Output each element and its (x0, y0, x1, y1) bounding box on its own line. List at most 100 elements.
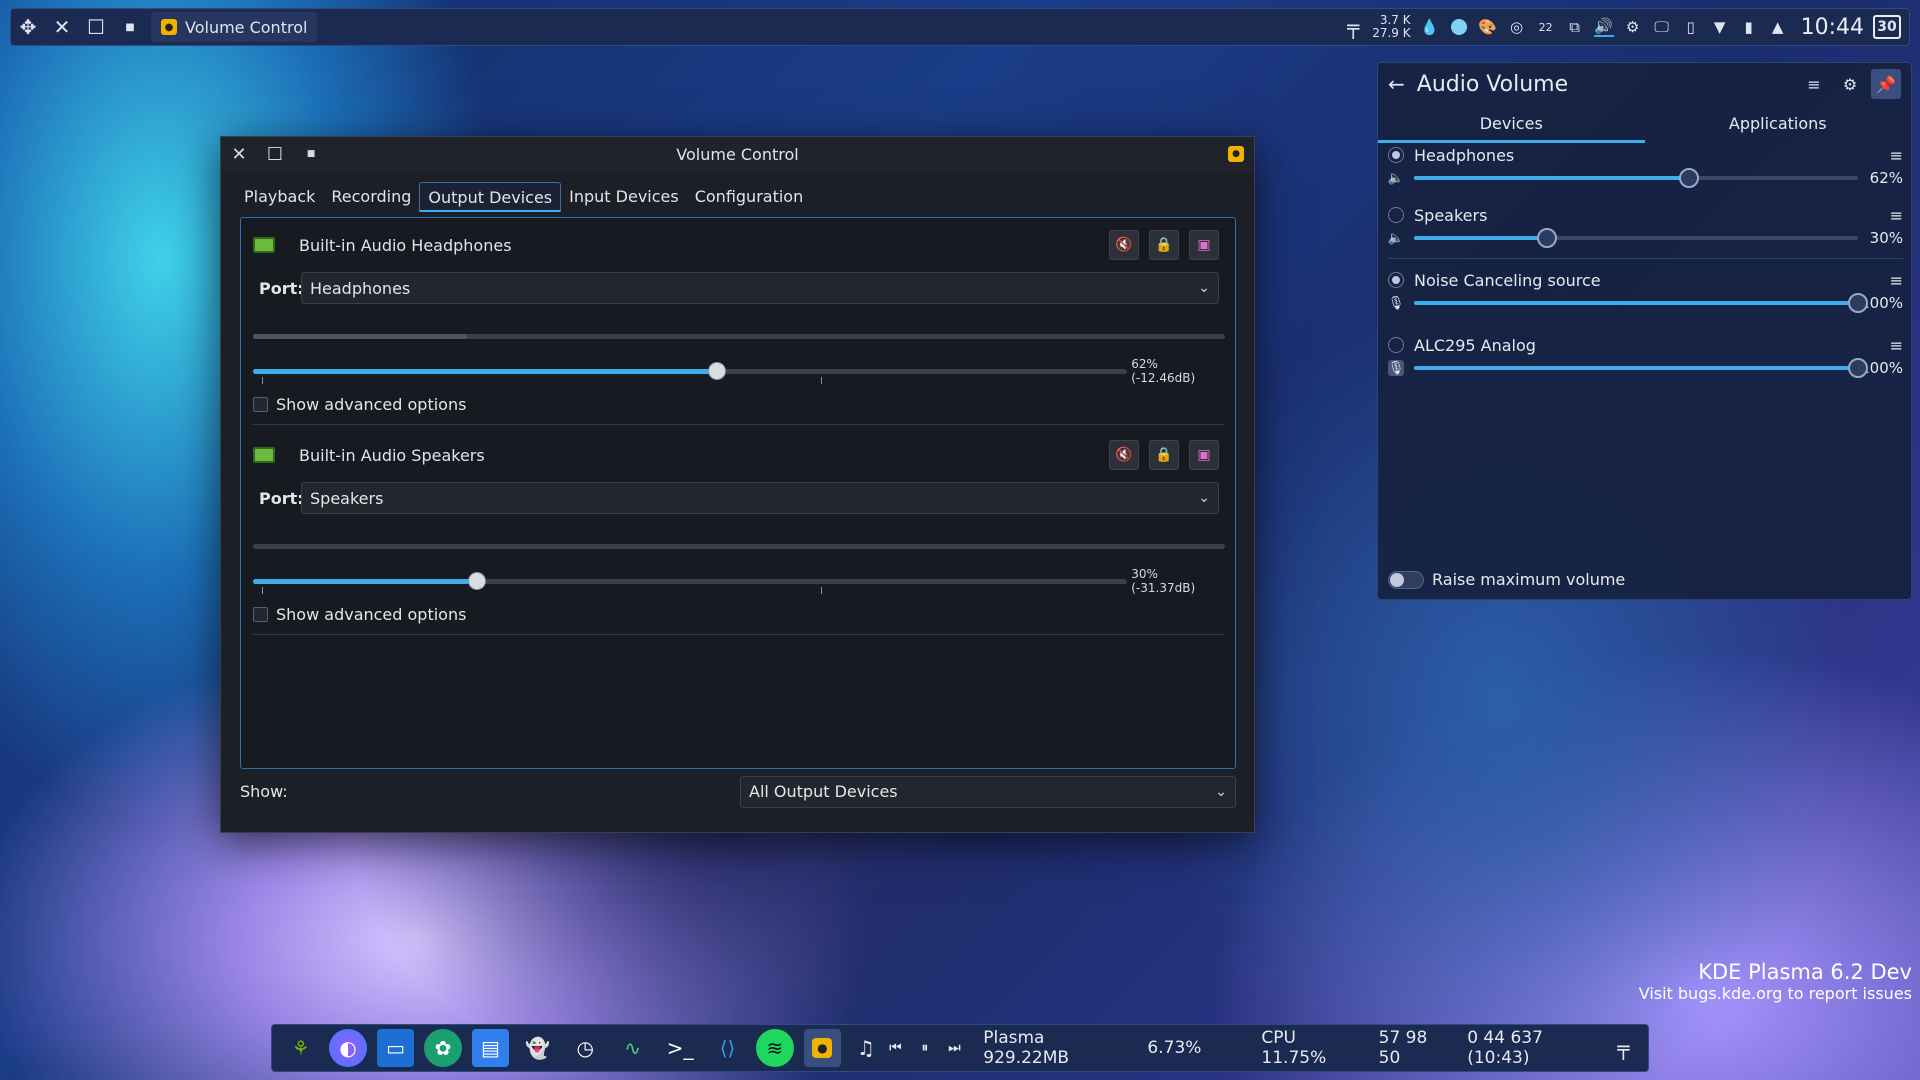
volume-slider[interactable] (1414, 358, 1868, 378)
ghost-app-icon[interactable]: 👻 (519, 1029, 556, 1067)
menu-icon[interactable]: ≡ (1890, 206, 1903, 225)
battery-icon[interactable]: ▮ (1739, 17, 1759, 37)
audio-volume-popup: ← Audio Volume ≡ ⚙ 📌 Devices Application… (1377, 62, 1912, 600)
clock[interactable]: 10:44 (1801, 15, 1864, 40)
chevron-down-icon: ⌄ (1198, 490, 1210, 506)
divider (253, 424, 1225, 425)
webcam-icon[interactable]: ◎ (1507, 17, 1527, 37)
tab-playback[interactable]: Playback (236, 182, 323, 212)
browser-icon[interactable]: ✿ (424, 1029, 462, 1067)
port-select[interactable]: Speakers ⌄ (301, 482, 1219, 514)
tab-devices[interactable]: Devices (1378, 109, 1645, 143)
lock-channels-button[interactable]: 🔒 (1149, 230, 1179, 260)
set-fallback-button[interactable]: ▣ (1189, 440, 1219, 470)
mute-button[interactable]: 🔇 (1109, 230, 1139, 260)
tab-input-devices[interactable]: Input Devices (561, 182, 687, 212)
gear-icon[interactable]: ⚙ (1835, 69, 1865, 99)
tab-applications[interactable]: Applications (1645, 109, 1912, 143)
music-note-icon[interactable]: ♫ (851, 1033, 881, 1063)
settings-icon[interactable]: ⚙ (1623, 17, 1643, 37)
clipboard-icon[interactable]: ⧉ (1565, 17, 1585, 37)
default-device-radio[interactable] (1388, 207, 1404, 223)
advanced-options-label[interactable]: Show advanced options (276, 605, 466, 624)
tab-output-devices[interactable]: Output Devices (419, 182, 562, 212)
volume-slider[interactable] (1414, 293, 1868, 313)
volume-slider[interactable] (1414, 228, 1858, 248)
default-device-radio[interactable] (1388, 147, 1404, 163)
advanced-options-checkbox[interactable] (253, 607, 268, 622)
notification-count[interactable]: 22 (1536, 17, 1556, 37)
pause-icon[interactable]: ⏸ (910, 1033, 940, 1063)
volume-handle[interactable] (1848, 293, 1868, 313)
menu-icon[interactable]: ≡ (1890, 146, 1903, 165)
palette-icon[interactable]: 🎨 (1478, 17, 1498, 37)
window-titlebar[interactable]: Volume Control ✕ ☐ ■ ● (221, 137, 1254, 171)
droplet-icon[interactable]: 💧 (1420, 17, 1440, 37)
show-select[interactable]: All Output Devices ⌄ (740, 775, 1236, 808)
chevron-up-icon[interactable]: ▲ (1768, 17, 1788, 37)
menu-icon[interactable]: ≡ (1890, 336, 1903, 355)
clock-app-icon[interactable]: ◷ (567, 1029, 604, 1067)
plasma-memory: Plasma 929.22MB (983, 1028, 1070, 1068)
default-device-radio[interactable] (1388, 272, 1404, 288)
volume-slider[interactable] (253, 571, 1128, 594)
tab-configuration[interactable]: Configuration (687, 182, 812, 212)
firefox-icon[interactable]: ◐ (329, 1029, 367, 1067)
next-track-icon[interactable]: ⏭ (940, 1033, 970, 1063)
terminal-icon[interactable]: >_ (661, 1029, 698, 1067)
menu-icon[interactable]: ≡ (1799, 69, 1829, 99)
lock-channels-button[interactable]: 🔒 (1149, 440, 1179, 470)
vscode-icon[interactable]: ⟨⟩ (709, 1029, 746, 1067)
maximize-window-icon[interactable]: ☐ (79, 10, 113, 44)
advanced-options-checkbox[interactable] (253, 397, 268, 412)
volume-control-window: Volume Control ✕ ☐ ■ ● Playback Recordin… (220, 136, 1255, 833)
network-speed[interactable]: 3.7 K 27.9 K (1372, 14, 1410, 40)
default-device-radio[interactable] (1388, 337, 1404, 353)
tab-recording[interactable]: Recording (323, 182, 419, 212)
phone-icon[interactable]: ▯ (1681, 17, 1701, 37)
date-badge[interactable]: 30 (1873, 15, 1901, 39)
paint-roller-icon[interactable]: ╤ (1343, 15, 1363, 39)
volume-handle[interactable] (468, 571, 487, 590)
mute-button[interactable]: 🔇 (1109, 440, 1139, 470)
volume-slider[interactable] (1414, 168, 1858, 188)
volume-handle[interactable] (1679, 168, 1700, 188)
system-monitor-icon[interactable]: ∿ (614, 1029, 651, 1067)
spotify-icon[interactable]: ≋ (756, 1029, 794, 1067)
set-fallback-button[interactable]: ▣ (1189, 230, 1219, 260)
device-name: ALC295 Analog (1414, 335, 1536, 355)
pavucontrol-task-icon[interactable]: ● (803, 1029, 842, 1067)
previous-track-icon[interactable]: ⏮ (881, 1033, 911, 1063)
pin-icon[interactable]: 📌 (1871, 69, 1901, 99)
volume-handle[interactable] (1537, 228, 1558, 248)
microphone-icon[interactable]: 🎙 (1388, 295, 1405, 311)
output-devices-panel: Built-in Audio Headphones 🔇 🔒 ▣ Port: He… (240, 217, 1236, 769)
volume-icon[interactable]: 🔊 (1593, 17, 1614, 37)
nvidia-icon[interactable]: ⚘ (282, 1029, 319, 1067)
raise-max-volume-label[interactable]: Raise maximum volume (1432, 570, 1625, 589)
speaker-icon[interactable]: 🔈 (1388, 170, 1404, 186)
advanced-options-label[interactable]: Show advanced options (276, 395, 466, 414)
device-name: Speakers (1414, 205, 1488, 225)
raise-max-volume-toggle[interactable] (1388, 570, 1424, 589)
volume-handle[interactable] (1848, 358, 1868, 378)
paint-roller-icon[interactable]: ╤ (1608, 1033, 1638, 1063)
microphone-icon[interactable]: 🎙 (1388, 360, 1404, 376)
menu-icon[interactable]: ≡ (1890, 271, 1903, 290)
status-circle-icon[interactable] (1449, 17, 1469, 37)
back-arrow-icon[interactable]: ← (1388, 72, 1405, 96)
display-icon[interactable]: 🖵 (1652, 17, 1672, 37)
window-manager-icon[interactable]: ▤ (471, 1029, 510, 1067)
close-window-icon[interactable]: ✕ (45, 10, 79, 44)
raise-max-volume-row[interactable]: Raise maximum volume (1388, 570, 1625, 589)
volume-slider[interactable] (253, 361, 1128, 384)
chevron-down-icon: ⌄ (1198, 280, 1210, 296)
dolphin-icon[interactable]: ▭ (376, 1029, 415, 1067)
app-launcher-icon[interactable]: ✥ (11, 10, 45, 44)
task-volume-control[interactable]: ● Volume Control (151, 12, 318, 42)
minimize-window-icon[interactable]: ■ (113, 10, 147, 44)
speaker-icon[interactable]: 🔈 (1388, 230, 1404, 246)
volume-handle[interactable] (707, 361, 726, 380)
wifi-icon[interactable]: ▼ (1710, 17, 1730, 37)
port-select[interactable]: Headphones ⌄ (301, 272, 1219, 304)
